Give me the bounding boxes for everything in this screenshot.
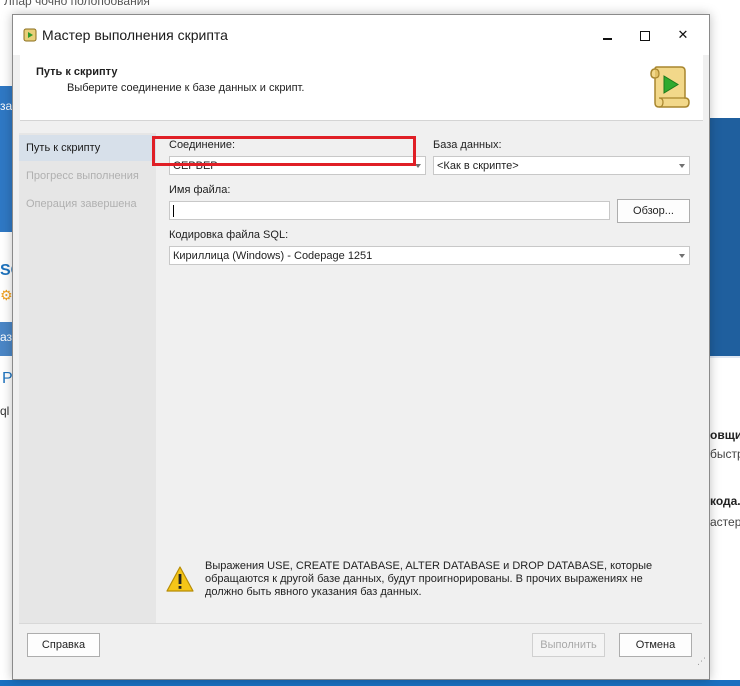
run-button: Выполнить xyxy=(532,633,605,657)
encoding-label: Кодировка файла SQL: xyxy=(169,229,289,241)
maximize-icon xyxy=(640,30,650,41)
database-dropdown[interactable]: <Как в скрипте> xyxy=(433,156,690,175)
close-button[interactable]: ✕ xyxy=(668,23,698,47)
maximize-button[interactable] xyxy=(630,23,660,47)
encoding-dropdown[interactable]: Кириллица (Windows) - Codepage 1251 xyxy=(169,246,690,265)
title-bar[interactable]: Мастер выполнения скрипта ✕ xyxy=(13,15,709,55)
background-taskbar xyxy=(0,680,740,686)
database-value: <Как в скрипте> xyxy=(437,160,519,172)
background-text: астер xyxy=(710,515,740,529)
script-scroll-icon xyxy=(650,66,690,108)
nav-item-progress: Прогресс выполнения xyxy=(26,170,139,182)
chevron-down-icon xyxy=(679,164,685,168)
wizard-steps-nav: Путь к скрипту Прогресс выполнения Опера… xyxy=(19,133,156,623)
footer-divider xyxy=(19,623,702,624)
connection-dropdown[interactable]: СЕРВЕР xyxy=(169,156,426,175)
connection-label: Соединение: xyxy=(169,139,236,151)
gear-icon: ⚙ xyxy=(0,287,13,303)
script-scroll-icon xyxy=(23,28,37,42)
background-app-text: Лпар чочно полопоования xyxy=(0,0,740,14)
warning-icon xyxy=(166,566,194,592)
filename-label: Имя файла: xyxy=(169,184,231,196)
database-label: База данных: xyxy=(433,139,502,151)
help-button[interactable]: Справка xyxy=(27,633,100,657)
wizard-header: Путь к скрипту Выберите соединение к баз… xyxy=(20,55,703,121)
background-text: ql xyxy=(0,404,10,418)
minimize-icon xyxy=(602,37,612,40)
chevron-down-icon xyxy=(679,254,685,258)
background-text: кода. xyxy=(710,494,740,508)
background-divider xyxy=(710,356,740,358)
nav-item-completed: Операция завершена xyxy=(26,198,137,210)
page-subtitle: Выберите соединение к базе данных и скри… xyxy=(67,82,305,94)
background-text: овщи xyxy=(710,428,740,442)
chevron-down-icon xyxy=(415,164,421,168)
text-cursor xyxy=(173,205,174,217)
window-title: Мастер выполнения скрипта xyxy=(42,27,228,43)
background-right-panel xyxy=(710,118,740,356)
close-icon: ✕ xyxy=(677,27,689,42)
resize-grip-icon[interactable]: ⋰ xyxy=(697,656,706,667)
page-title: Путь к скрипту xyxy=(36,66,118,78)
cancel-button[interactable]: Отмена xyxy=(619,633,692,657)
nav-item-script-path[interactable]: Путь к скрипту xyxy=(19,135,156,161)
browse-button[interactable]: Обзор... xyxy=(617,199,690,223)
background-text: быстр xyxy=(710,447,740,461)
filename-input[interactable] xyxy=(169,201,610,220)
minimize-button[interactable] xyxy=(592,23,622,47)
warning-message: Выражения USE, CREATE DATABASE, ALTER DA… xyxy=(205,560,653,598)
connection-value: СЕРВЕР xyxy=(173,160,218,172)
encoding-value: Кириллица (Windows) - Codepage 1251 xyxy=(173,250,373,262)
